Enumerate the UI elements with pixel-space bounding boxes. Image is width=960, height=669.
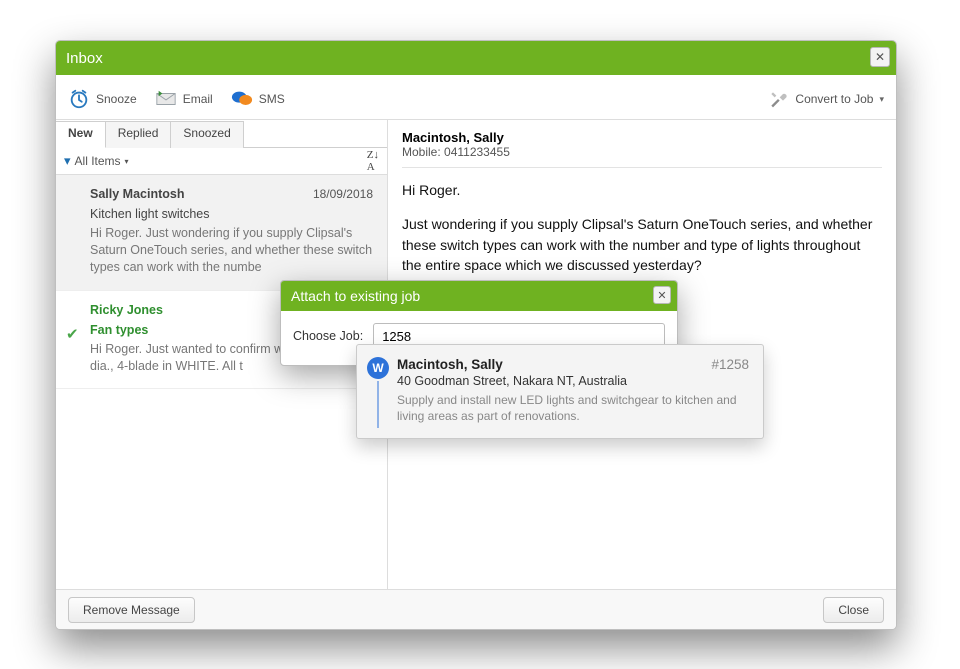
convert-to-job-button[interactable]: Convert to Job ▾ — [767, 88, 884, 110]
filter-bar: ▾ All Items ▾ Z↓A — [56, 147, 387, 175]
message-list: Sally Macintosh 18/09/2018 Kitchen light… — [56, 175, 387, 589]
tab-replied-label: Replied — [118, 126, 159, 140]
window-close-button[interactable]: ✕ — [870, 47, 890, 67]
window-titlebar: Inbox ✕ — [56, 41, 896, 75]
filter-all-items[interactable]: ▾ All Items ▾ — [64, 153, 129, 169]
close-icon: ✕ — [657, 289, 666, 302]
sms-icon — [231, 88, 253, 110]
reader-mobile-label: Mobile: — [402, 145, 441, 159]
sms-label: SMS — [259, 92, 285, 106]
tab-snoozed-label: Snoozed — [183, 126, 230, 140]
job-badge-letter: W — [372, 361, 383, 375]
remove-label: Remove Message — [83, 603, 180, 617]
sort-button[interactable]: Z↓A — [367, 149, 379, 173]
sms-button[interactable]: SMS — [231, 88, 285, 110]
tabs: New Replied Snoozed — [55, 120, 387, 147]
close-icon: ✕ — [875, 50, 885, 64]
message-item[interactable]: Sally Macintosh 18/09/2018 Kitchen light… — [56, 175, 387, 291]
footer: Remove Message Close — [56, 589, 896, 629]
reader-sender: Macintosh, Sally — [402, 130, 882, 145]
filter-label: All Items — [75, 154, 121, 168]
job-address: 40 Goodman Street, Nakara NT, Australia — [397, 374, 749, 388]
email-label: Email — [183, 92, 213, 106]
job-customer-name: Macintosh, Sally — [397, 357, 503, 372]
reader-mobile: Mobile: 0411233455 — [402, 145, 882, 159]
modal-titlebar: Attach to existing job ✕ — [281, 281, 677, 311]
reader-paragraph: Hi Roger. — [402, 180, 882, 200]
divider — [402, 167, 882, 168]
chevron-down-icon: ▾ — [125, 157, 129, 166]
clock-icon — [68, 88, 90, 110]
timeline-line — [377, 381, 379, 428]
reader-paragraph: Just wondering if you supply Clipsal's S… — [402, 214, 882, 275]
reader-mobile-value: 0411233455 — [444, 145, 510, 159]
tab-new-label: New — [68, 126, 93, 140]
sort-icon: Z↓A — [367, 149, 379, 173]
mail-icon — [155, 88, 177, 110]
choose-job-label: Choose Job: — [293, 329, 363, 343]
tab-snoozed[interactable]: Snoozed — [171, 121, 243, 148]
message-sender: Ricky Jones — [90, 303, 163, 317]
window-title: Inbox — [66, 50, 103, 67]
message-preview: Hi Roger. Just wondering if you supply C… — [90, 225, 373, 276]
tools-icon — [767, 88, 789, 110]
tab-replied[interactable]: Replied — [106, 121, 172, 148]
close-button[interactable]: Close — [823, 597, 884, 623]
modal-close-button[interactable]: ✕ — [653, 286, 671, 304]
message-date: 18/09/2018 — [313, 187, 373, 201]
toolbar: Snooze Email SMS — [56, 79, 896, 119]
modal-title: Attach to existing job — [291, 288, 420, 304]
job-suggestion[interactable]: W Macintosh, Sally #1258 40 Goodman Stre… — [356, 344, 764, 439]
close-label: Close — [838, 603, 869, 617]
convert-label: Convert to Job — [795, 92, 873, 106]
tab-new[interactable]: New — [55, 121, 106, 148]
job-description: Supply and install new LED lights and sw… — [397, 392, 749, 424]
message-subject: Kitchen light switches — [90, 207, 373, 221]
remove-message-button[interactable]: Remove Message — [68, 597, 195, 623]
job-id: #1258 — [711, 357, 749, 372]
chevron-down-icon: ▾ — [879, 94, 884, 105]
email-button[interactable]: Email — [155, 88, 213, 110]
job-badge: W — [367, 357, 389, 379]
snooze-label: Snooze — [96, 92, 137, 106]
check-icon: ✔ — [66, 325, 79, 343]
funnel-icon: ▾ — [64, 153, 71, 169]
snooze-button[interactable]: Snooze — [68, 88, 137, 110]
message-sender: Sally Macintosh — [90, 187, 184, 201]
